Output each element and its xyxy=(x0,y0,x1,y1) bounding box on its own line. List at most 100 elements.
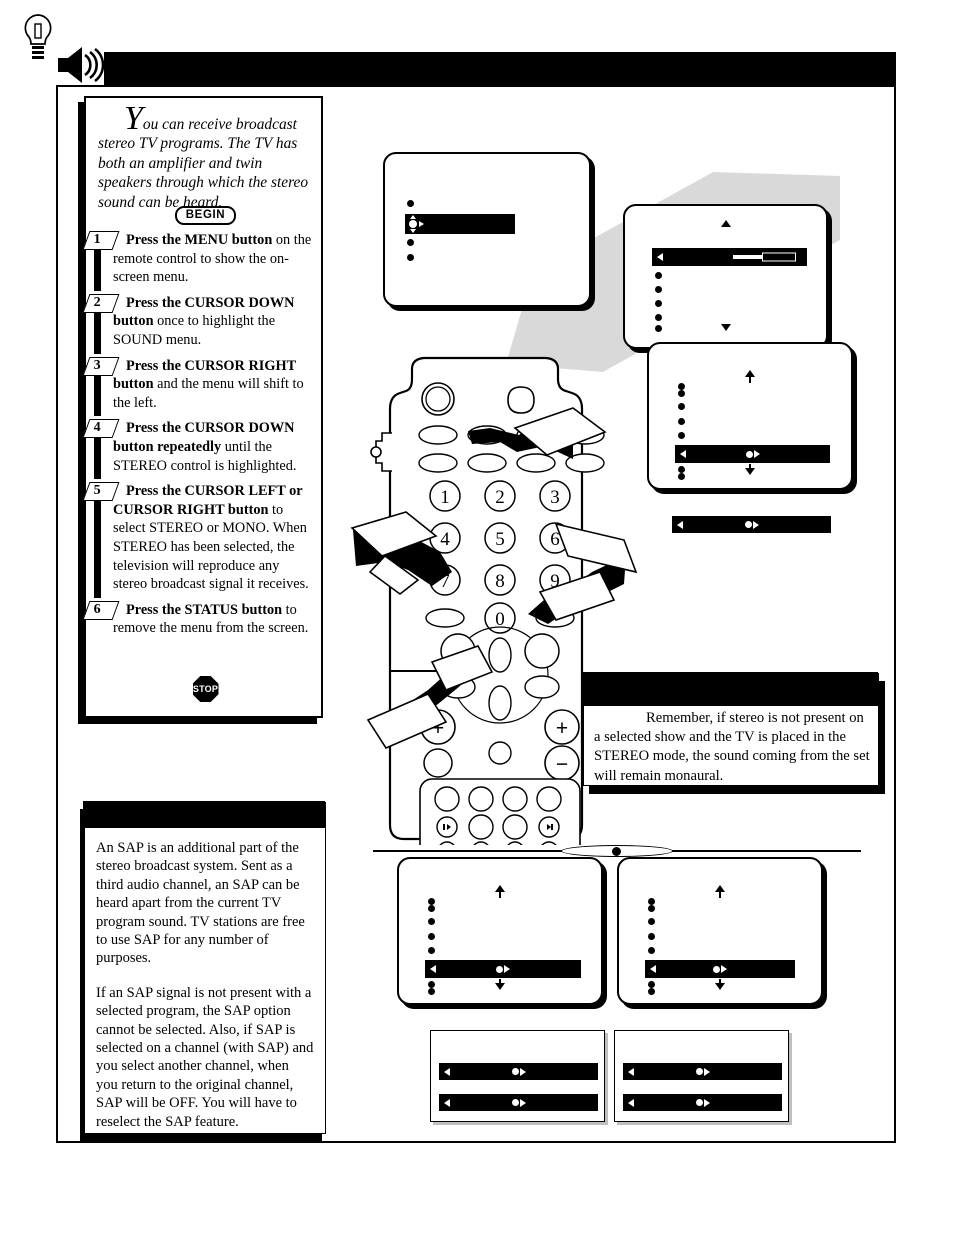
step-number-badge: 4 xyxy=(82,419,120,439)
sap-paragraph-2: If an SAP signal is not present with a s… xyxy=(96,984,314,1130)
step-number-badge: 1 xyxy=(82,231,120,250)
menu-bullet xyxy=(648,905,655,912)
menu-bullet xyxy=(428,947,435,954)
menu-bullet xyxy=(428,918,435,925)
svg-text:7: 7 xyxy=(440,571,450,592)
menu-screen-2 xyxy=(623,204,828,349)
menu-bullet xyxy=(407,254,414,261)
begin-label: BEGIN xyxy=(174,206,237,225)
menu-highlight-row[interactable] xyxy=(652,248,807,266)
step-5: 5 Press the CURSOR LEFT or CURSOR RIGHT b… xyxy=(82,482,325,598)
svg-text:+: + xyxy=(556,717,568,740)
intro-paragraph: You can receive broadcast stereo TV prog… xyxy=(98,100,309,211)
menu-bullet xyxy=(678,473,685,480)
cursor-right-arrow-icon[interactable] xyxy=(695,1067,710,1076)
step-text: Press the MENU button on the remote cont… xyxy=(113,231,317,287)
svg-text:8: 8 xyxy=(495,571,505,592)
step-number-badge: 5 xyxy=(82,482,120,502)
step-number: 3 xyxy=(93,357,101,373)
menu-screen-5 xyxy=(617,857,823,1005)
step-rail xyxy=(94,435,101,480)
instructions-card: You can receive broadcast stereo TV prog… xyxy=(82,96,325,718)
step-6: 6 Press the STATUS button to remove the m… xyxy=(82,600,325,638)
cursor-left-arrow-icon[interactable] xyxy=(680,450,686,458)
cursor-joystick-icon xyxy=(409,215,424,233)
menu-highlight-row[interactable] xyxy=(405,214,515,234)
cursor-right-arrow-icon[interactable] xyxy=(713,965,727,973)
cursor-right-arrow-icon[interactable] xyxy=(744,520,759,529)
menu-bullet xyxy=(655,314,662,321)
cursor-right-arrow-icon[interactable] xyxy=(511,1098,526,1107)
detail-bar-2[interactable] xyxy=(623,1094,782,1111)
svg-text:1: 1 xyxy=(440,487,450,508)
scroll-down-arrow-icon[interactable] xyxy=(720,324,731,331)
menu-bullet xyxy=(678,432,685,439)
cursor-left-arrow-icon[interactable] xyxy=(444,1067,450,1076)
stop-label: STOP xyxy=(192,676,219,702)
cursor-left-arrow-icon[interactable] xyxy=(628,1098,634,1107)
scroll-up-arrow-stem xyxy=(749,377,751,383)
cursor-left-arrow-icon[interactable] xyxy=(430,965,436,973)
detail-bar-1[interactable] xyxy=(623,1063,782,1080)
step-1: 1 Press the MENU button on the remote con… xyxy=(82,231,325,291)
step-number-badge: 6 xyxy=(82,600,120,620)
cursor-right-arrow-icon[interactable] xyxy=(745,450,760,458)
scroll-up-arrow-icon[interactable] xyxy=(720,220,731,227)
menu-highlight-row-stereo[interactable] xyxy=(675,445,830,463)
cursor-left-arrow-icon[interactable] xyxy=(628,1067,634,1076)
cursor-right-arrow-icon[interactable] xyxy=(496,965,510,973)
scroll-up-arrow-stem xyxy=(499,892,501,898)
step-text: Press the STATUS button to remove the me… xyxy=(113,601,317,638)
page-header-bar xyxy=(104,52,896,85)
menu-bullet xyxy=(428,981,435,988)
menu-bullet xyxy=(648,981,655,988)
svg-text:9: 9 xyxy=(550,571,560,592)
menu-highlight-row-stereo[interactable] xyxy=(645,960,795,978)
menu-bullet xyxy=(678,383,685,390)
section-divider xyxy=(373,845,861,857)
svg-text:−: − xyxy=(556,753,568,776)
menu-screen-3 xyxy=(647,342,853,490)
scroll-up-arrow-icon[interactable] xyxy=(745,370,755,377)
remote-control-illustration: 1 2 3 4 5 6 7 8 9 0 + + − xyxy=(350,355,650,902)
step-number: 5 xyxy=(93,483,101,499)
scroll-up-arrow-stem xyxy=(719,892,721,898)
step-rail xyxy=(94,498,101,598)
detail-bar-2[interactable] xyxy=(439,1094,598,1111)
step-4: 4 Press the CURSOR DOWN button repeatedly… xyxy=(82,419,325,480)
menu-bullet xyxy=(428,988,435,995)
step-number: 4 xyxy=(93,420,101,436)
callout-bar-stereo[interactable] xyxy=(672,516,831,533)
divider-dot xyxy=(612,847,621,856)
step-rail xyxy=(94,309,101,354)
slider-knob[interactable] xyxy=(762,252,797,262)
step-3: 3 Press the CURSOR RIGHT button and the m… xyxy=(82,356,325,417)
menu-highlight-row-stereo[interactable] xyxy=(425,960,581,978)
svg-text:4: 4 xyxy=(440,529,450,550)
menu-bullet xyxy=(678,418,685,425)
step-number-badge: 2 xyxy=(82,293,120,313)
menu-bullet xyxy=(678,403,685,410)
cursor-left-arrow-icon[interactable] xyxy=(444,1098,450,1107)
cursor-right-arrow-icon[interactable] xyxy=(695,1098,710,1107)
scroll-up-arrow-icon[interactable] xyxy=(495,885,505,892)
begin-badge: BEGIN xyxy=(86,205,325,225)
detail-box-left xyxy=(430,1030,605,1122)
cursor-left-arrow-icon[interactable] xyxy=(650,965,656,973)
scroll-down-arrow-stem xyxy=(719,979,721,985)
step-rail xyxy=(94,247,101,291)
cursor-left-arrow-icon[interactable] xyxy=(657,253,663,261)
scroll-up-arrow-icon[interactable] xyxy=(715,885,725,892)
menu-bullet xyxy=(648,988,655,995)
menu-bullet xyxy=(428,905,435,912)
cursor-left-arrow-icon[interactable] xyxy=(677,520,683,529)
scroll-down-arrow-stem xyxy=(499,979,501,985)
svg-text:6: 6 xyxy=(550,529,560,550)
detail-bar-1[interactable] xyxy=(439,1063,598,1080)
menu-screen-1 xyxy=(383,152,591,307)
step-bold-lead: Press the STATUS button xyxy=(126,601,283,618)
cursor-right-arrow-icon[interactable] xyxy=(511,1067,526,1076)
menu-bullet xyxy=(678,466,685,473)
step-text: Press the CURSOR DOWN button once to hig… xyxy=(113,294,317,350)
step-bold-lead: Press the MENU button xyxy=(126,232,273,248)
